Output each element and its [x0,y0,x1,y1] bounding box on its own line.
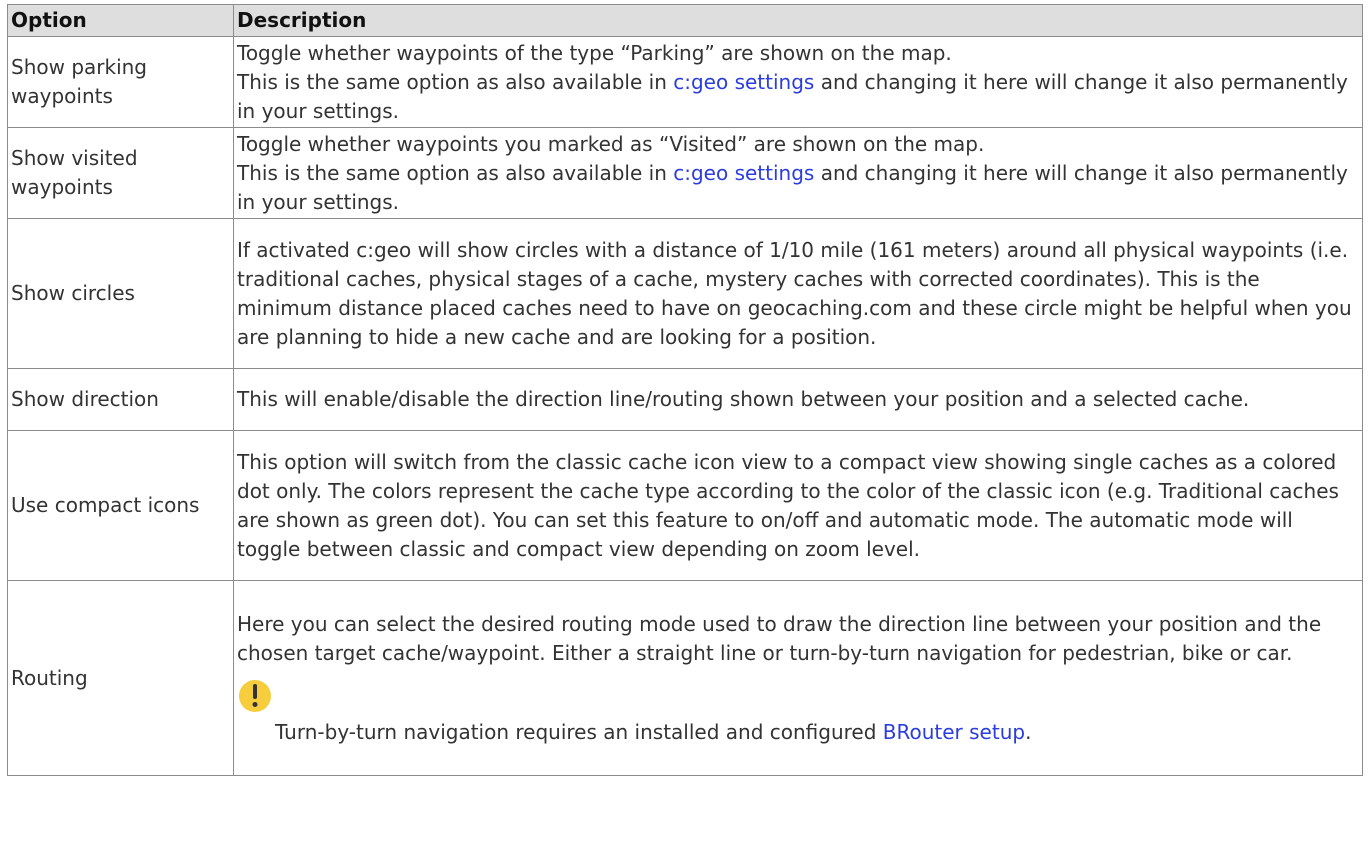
important-note: Turn-by-turn navigation requires an inst… [237,679,1359,747]
description-text: Here you can select the desired routing … [237,611,1322,665]
description-text: This is the same option as also availabl… [237,69,674,94]
description-line: Toggle whether waypoints of the type “Pa… [237,40,952,65]
option-name: Use compact icons [7,430,234,581]
exclamation-icon [239,679,271,712]
table-row: Routing Here you can select the desired … [7,580,1363,776]
option-name: Show visited waypoints [7,127,234,219]
note-text-after: . [1025,719,1032,744]
table-row: Show direction This will enable/disable … [7,368,1363,431]
note-text-before: Turn-by-turn navigation requires an inst… [275,719,883,744]
table-row: Show visited waypoints Toggle whether wa… [7,127,1363,219]
option-description: Here you can select the desired routing … [233,580,1363,776]
cgeo-settings-link[interactable]: c:geo settings [673,161,814,185]
option-description: Toggle whether waypoints of the type “Pa… [233,36,1363,128]
description-text: This is the same option as also availabl… [237,160,674,185]
option-description: Toggle whether waypoints you marked as “… [233,127,1363,219]
option-name: Show circles [7,218,234,369]
note-text: Turn-by-turn navigation requires an inst… [275,698,1359,747]
options-table: Option Description Show parking waypoint… [7,4,1363,776]
column-header-description: Description [233,4,1363,37]
option-description: This will enable/disable the direction l… [233,368,1363,431]
option-description: If activated c:geo will show circles wit… [233,218,1363,369]
option-name: Show parking waypoints [7,36,234,128]
description-line: Toggle whether waypoints you marked as “… [237,131,985,156]
option-name: Routing [7,580,234,776]
table-header-row: Option Description [7,4,1363,37]
option-name: Show direction [7,368,234,431]
brouter-setup-link[interactable]: BRouter setup [883,720,1025,744]
table-row: Use compact icons This option will switc… [7,430,1363,581]
table-row: Show circles If activated c:geo will sho… [7,218,1363,369]
column-header-option: Option [7,4,234,37]
table-row: Show parking waypoints Toggle whether wa… [7,36,1363,128]
option-description: This option will switch from the classic… [233,430,1363,581]
cgeo-settings-link[interactable]: c:geo settings [673,70,814,94]
